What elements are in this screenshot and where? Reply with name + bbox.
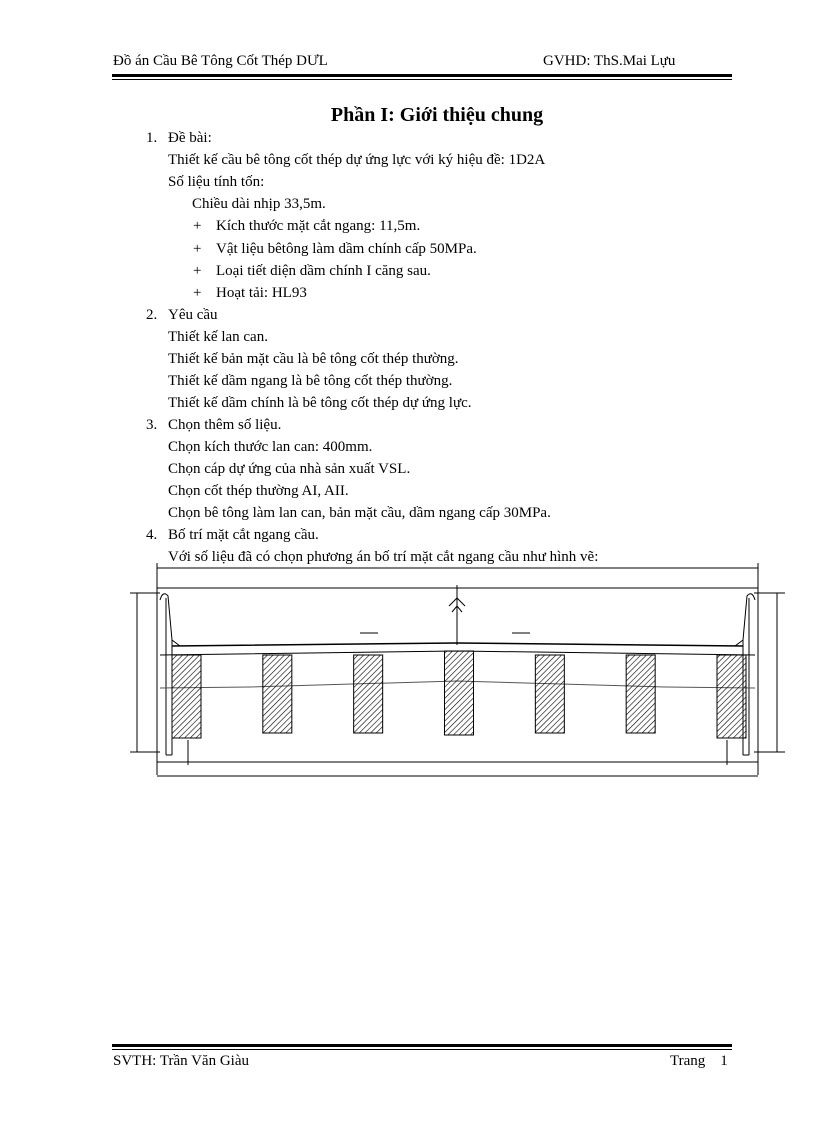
bridge-cross-section-drawing xyxy=(130,563,785,777)
girder xyxy=(716,654,747,739)
girder xyxy=(534,654,565,734)
girder xyxy=(262,654,293,734)
girder xyxy=(625,654,656,734)
railing-left xyxy=(159,593,181,647)
railing-right xyxy=(734,593,756,647)
girder xyxy=(353,654,384,734)
footer-left: SVTH: Trần Văn Giàu xyxy=(113,1053,249,1069)
page-number: Trang 1 xyxy=(670,1053,728,1069)
girder xyxy=(444,650,474,736)
footer-rule-thin xyxy=(112,1049,732,1050)
girder xyxy=(171,654,202,739)
document-page: Đồ án Cầu Bê Tông Cốt Thép DƯL GVHD: ThS… xyxy=(0,0,816,1123)
footer-rule xyxy=(112,1044,732,1047)
